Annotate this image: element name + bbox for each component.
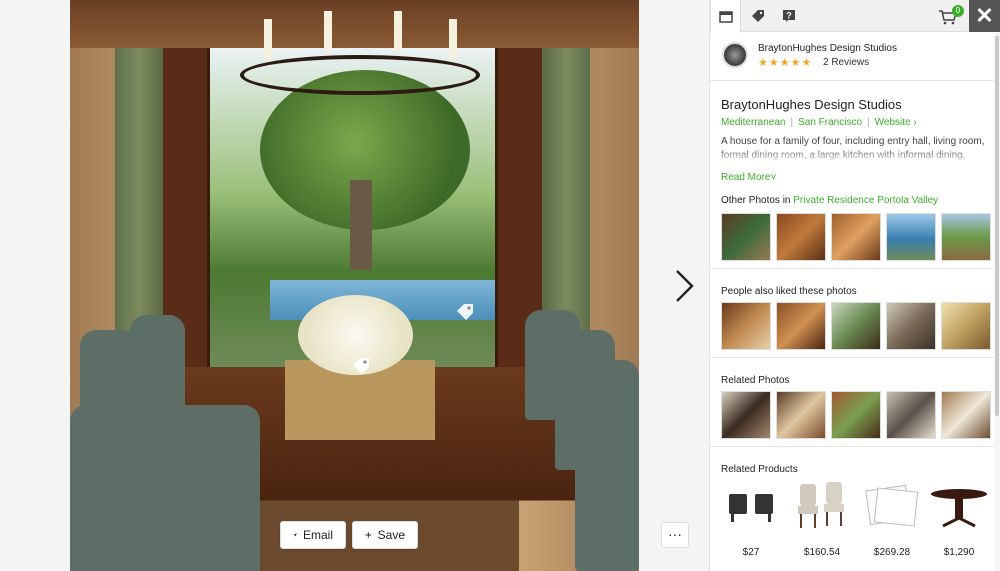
project-photos-link[interactable]: Private Residence Portola Valley — [793, 195, 938, 206]
photo-thumbnail[interactable] — [941, 213, 991, 261]
close-button[interactable]: ✕ — [969, 0, 1000, 32]
photo-thumbnail[interactable] — [721, 213, 771, 261]
email-button-label: Email — [302, 528, 333, 542]
photo-thumbnail[interactable] — [831, 213, 881, 261]
plus-icon — [365, 532, 372, 538]
other-photos-prefix: Other Photos in — [721, 195, 794, 206]
photo-thumbnail[interactable] — [831, 302, 881, 350]
photo-thumbnail[interactable] — [776, 391, 826, 439]
description-fade — [721, 149, 986, 163]
product-image — [729, 494, 773, 522]
project-meta: Mediterranean | San Francisco | Website › — [721, 117, 917, 128]
location-link[interactable]: San Francisco — [798, 117, 862, 128]
photo-viewer: Email Save ··· — [0, 0, 709, 571]
read-more-link[interactable]: Read More˅ — [721, 172, 776, 183]
photo-candle — [449, 19, 457, 59]
cart-count-badge: 0 — [952, 5, 964, 17]
product-card[interactable] — [929, 480, 989, 535]
read-more-label: Read More — [721, 172, 771, 183]
photo-thumbnail[interactable] — [941, 302, 991, 350]
tag-icon[interactable] — [455, 302, 475, 322]
photo-chandelier — [240, 11, 480, 95]
tab-questions[interactable]: ? — [773, 0, 804, 32]
photo-thumbnail[interactable] — [886, 302, 936, 350]
photo-thumbnail[interactable] — [886, 213, 936, 261]
divider — [710, 80, 994, 81]
svg-text:?: ? — [786, 11, 792, 21]
related-products-heading: Related Products — [721, 464, 798, 475]
photo-thumbnail[interactable] — [941, 391, 991, 439]
rating-stars: ★★★★★ — [758, 57, 813, 69]
pro-name[interactable]: BraytonHughes Design Studios — [758, 43, 897, 54]
email-button[interactable]: Email — [280, 521, 346, 549]
photo-thumbnail[interactable] — [776, 302, 826, 350]
product-price[interactable]: $160.54 — [792, 547, 852, 558]
divider — [710, 268, 994, 269]
related-photos-heading: Related Photos — [721, 375, 790, 386]
product-image — [798, 482, 844, 528]
pro-summary[interactable]: BraytonHughes Design Studios ★★★★★ 2 Rev… — [722, 42, 987, 72]
product-image — [931, 489, 987, 528]
project-icon — [718, 10, 733, 23]
product-card[interactable] — [862, 480, 922, 535]
chevron-right-icon: › — [910, 117, 917, 128]
product-price[interactable]: $27 — [721, 547, 781, 558]
product-image — [865, 484, 919, 527]
photo-tree-trunk — [350, 180, 372, 270]
next-photo-arrow-icon[interactable] — [672, 268, 696, 304]
tag-icon[interactable] — [351, 356, 371, 376]
send-icon — [293, 533, 297, 537]
other-photos-thumbnails — [721, 213, 991, 261]
photo-chair — [70, 405, 260, 571]
photo-chair — [575, 360, 639, 571]
people-also-liked-heading: People also liked these photos — [721, 286, 857, 297]
photo-candle — [324, 11, 332, 51]
chevron-down-icon: ˅ — [770, 172, 777, 183]
tab-project-info[interactable] — [710, 0, 741, 33]
photo-thumbnail[interactable] — [721, 302, 771, 350]
photo-thumbnail[interactable] — [721, 391, 771, 439]
main-photo[interactable] — [70, 0, 639, 571]
divider — [710, 446, 994, 447]
other-photos-heading: Other Photos in Private Residence Portol… — [721, 195, 938, 206]
reviews-link[interactable]: 2 Reviews — [823, 57, 869, 68]
photo-thumbnail[interactable] — [831, 391, 881, 439]
divider — [710, 357, 994, 358]
product-card[interactable] — [792, 480, 852, 535]
details-panel: ? 0 ✕ BraytonHughes Design Studios ★★★★★… — [709, 0, 1000, 571]
photo-ceiling — [70, 0, 639, 48]
product-card[interactable] — [721, 480, 781, 535]
product-price[interactable]: $1,290 — [929, 547, 989, 558]
product-price[interactable]: $269.28 — [862, 547, 922, 558]
photo-candle — [394, 11, 402, 51]
photo-candle — [264, 19, 272, 59]
related-photos-thumbnails — [721, 391, 991, 439]
panel-scrollbar-thumb[interactable] — [995, 36, 999, 416]
tab-products[interactable] — [742, 0, 773, 32]
project-title: BraytonHughes Design Studios — [721, 97, 902, 112]
pro-avatar[interactable] — [722, 42, 748, 68]
save-button[interactable]: Save — [352, 521, 418, 549]
photo-thumbnail[interactable] — [886, 391, 936, 439]
style-link[interactable]: Mediterranean — [721, 117, 785, 128]
question-icon: ? — [782, 10, 795, 22]
photo-thumbnail[interactable] — [776, 213, 826, 261]
tag-icon — [751, 10, 764, 22]
save-button-label: Save — [377, 528, 405, 542]
website-link[interactable]: Website — [875, 117, 911, 128]
people-also-liked-thumbnails — [721, 302, 991, 350]
more-options-button[interactable]: ··· — [661, 522, 689, 548]
panel-tab-bar: ? 0 ✕ — [710, 0, 1000, 33]
